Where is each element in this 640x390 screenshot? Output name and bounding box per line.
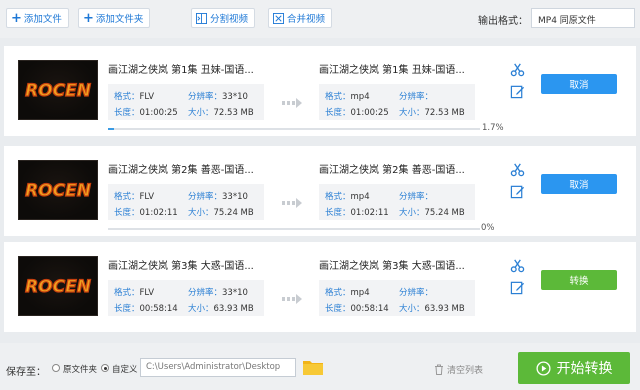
output-info: 格式：mp4 分辨率： 长度：00:58:14 大小：63.93 MB	[319, 280, 475, 316]
output-size: 大小：63.93 MB	[399, 304, 465, 314]
output-format: 格式：mp4	[325, 192, 370, 202]
source-size: 大小：72.53 MB	[188, 108, 254, 118]
source-length: 长度：01:02:11	[114, 208, 178, 218]
scissors-icon[interactable]	[510, 258, 525, 273]
folder-icon[interactable]	[303, 359, 323, 375]
edit-icon[interactable]	[510, 280, 525, 295]
output-resolution: 分辨率：	[399, 288, 434, 298]
video-thumbnail: ROCEN	[18, 160, 98, 220]
task-card: ROCEN 画江湖之侠岚 第2集 善恶-国语... 格式：FLV 分辨率：33*…	[4, 146, 636, 236]
output-format: 格式：mp4	[325, 288, 370, 298]
arrow-right-icon	[282, 198, 302, 208]
output-title: 画江湖之侠岚 第3集 大惑-国语...	[319, 261, 465, 272]
play-circle-icon	[535, 360, 551, 376]
source-resolution: 分辨率：33*10	[188, 288, 248, 298]
svg-text:ROCEN: ROCEN	[25, 277, 91, 297]
task-card: ROCEN 画江湖之侠岚 第3集 大惑-国语... 格式：FLV 分辨率：33*…	[4, 242, 636, 332]
merge-video-button[interactable]: 合并视频	[268, 8, 333, 28]
source-info: 格式：FLV 分辨率：33*10 长度：01:00:25 大小：72.53 MB	[108, 84, 264, 120]
source-size: 大小：75.24 MB	[188, 208, 254, 218]
scissors-icon[interactable]	[510, 62, 525, 77]
source-length: 长度：00:58:14	[114, 304, 178, 314]
radio-source-folder-label[interactable]: 原文件夹	[63, 363, 97, 375]
source-info: 格式：FLV 分辨率：33*10 长度：01:02:11 大小：75.24 MB	[108, 184, 264, 220]
trash-icon	[435, 364, 443, 375]
add-file-button[interactable]: + 添加文件	[6, 8, 69, 28]
task-action-button[interactable]: 取消	[541, 74, 617, 94]
source-format: 格式：FLV	[114, 92, 155, 102]
radio-custom-label[interactable]: 自定义	[112, 363, 138, 375]
output-resolution: 分辨率：	[399, 92, 434, 102]
progress-percent: 1.7%	[482, 123, 504, 133]
task-card: ROCEN 画江湖之侠岚 第1集 丑妹-国语... 格式：FLV 分辨率：33*…	[4, 46, 636, 136]
merge-video-label: 合并视频	[287, 14, 326, 25]
clear-list-label: 清空列表	[447, 366, 484, 376]
arrow-right-icon	[282, 294, 302, 304]
split-video-label: 分割视频	[210, 14, 249, 25]
output-length: 长度：00:58:14	[325, 304, 389, 314]
source-format: 格式：FLV	[114, 192, 155, 202]
output-path-input[interactable]: C:\Users\Administrator\Desktop	[140, 358, 296, 377]
task-action-button[interactable]: 转换	[541, 270, 617, 290]
output-title: 画江湖之侠岚 第2集 善恶-国语...	[319, 165, 465, 176]
source-title: 画江湖之侠岚 第2集 善恶-国语...	[108, 165, 254, 176]
radio-custom[interactable]	[101, 364, 109, 372]
output-info: 格式：mp4 分辨率： 长度：01:02:11 大小：75.24 MB	[319, 184, 475, 220]
video-thumbnail: ROCEN	[18, 60, 98, 120]
merge-icon	[273, 12, 284, 24]
split-icon	[196, 12, 207, 24]
video-thumbnail: ROCEN	[18, 256, 98, 316]
clear-list-button[interactable]: 清空列表	[434, 363, 483, 376]
bottom-bar: 保存至： 原文件夹 自定义 C:\Users\Administrator\Des…	[0, 343, 640, 390]
source-resolution: 分辨率：33*10	[188, 92, 248, 102]
output-format-label: 输出格式：	[478, 16, 528, 27]
add-file-label: 添加文件	[23, 14, 62, 25]
source-format: 格式：FLV	[114, 288, 155, 298]
task-action-button[interactable]: 取消	[541, 174, 617, 194]
source-size: 大小：63.93 MB	[188, 304, 254, 314]
start-convert-label: 开始转换	[556, 361, 613, 377]
source-resolution: 分辨率：33*10	[188, 192, 248, 202]
progress-percent: 0%	[481, 223, 495, 233]
svg-text:ROCEN: ROCEN	[25, 181, 91, 201]
save-to-label: 保存至：	[6, 367, 46, 378]
output-size: 大小：75.24 MB	[399, 208, 465, 218]
output-length: 长度：01:02:11	[325, 208, 389, 218]
output-size: 大小：72.53 MB	[399, 108, 465, 118]
add-folder-button[interactable]: + 添加文件夹	[78, 8, 151, 28]
output-title: 画江湖之侠岚 第1集 丑妹-国语...	[319, 65, 465, 76]
svg-text:ROCEN: ROCEN	[25, 81, 91, 101]
radio-source-folder[interactable]	[52, 364, 60, 372]
source-length: 长度：01:00:25	[114, 108, 178, 118]
output-format-select[interactable]: MP4 同原文件	[531, 8, 635, 28]
output-resolution: 分辨率：	[399, 192, 434, 202]
split-video-button[interactable]: 分割视频	[191, 8, 256, 28]
output-info: 格式：mp4 分辨率： 长度：01:00:25 大小：72.53 MB	[319, 84, 475, 120]
source-info: 格式：FLV 分辨率：33*10 长度：00:58:14 大小：63.93 MB	[108, 280, 264, 316]
edit-icon[interactable]	[510, 84, 525, 99]
output-format: 格式：mp4	[325, 92, 370, 102]
progress-bar	[108, 128, 480, 130]
plus-icon: +	[83, 10, 94, 26]
add-folder-label: 添加文件夹	[95, 14, 144, 25]
edit-icon[interactable]	[510, 184, 525, 199]
arrow-right-icon	[282, 98, 302, 108]
toolbar: + 添加文件 + 添加文件夹 分割视频 合并视频 输出格式： MP4 同原文件	[0, 0, 640, 38]
scissors-icon[interactable]	[510, 162, 525, 177]
source-title: 画江湖之侠岚 第1集 丑妹-国语...	[108, 65, 254, 76]
source-title: 画江湖之侠岚 第3集 大惑-国语...	[108, 261, 254, 272]
progress-bar	[108, 228, 480, 230]
plus-icon: +	[11, 10, 22, 26]
start-convert-button[interactable]: 开始转换	[518, 352, 630, 384]
output-length: 长度：01:00:25	[325, 108, 389, 118]
